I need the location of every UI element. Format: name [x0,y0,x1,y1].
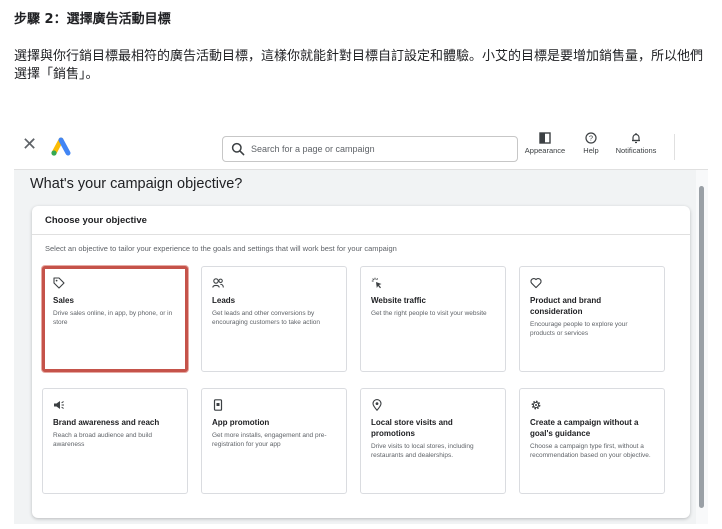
objective-title: Local store visits and promotions [371,418,453,438]
svg-text:?: ? [589,134,593,143]
people-icon [212,278,224,288]
tag-icon [53,277,65,289]
help-label: Help [583,146,599,155]
objective-card-leads[interactable]: Leads Get leads and other conversions by… [201,266,347,372]
panel-subtitle: Select an objective to tailor your exper… [45,244,397,253]
megaphone-icon [54,401,64,409]
objective-card-brand-awareness[interactable]: Brand awareness and reach Reach a broad … [42,388,188,494]
objective-card-sales[interactable]: Sales Drive sales online, in app, by pho… [42,266,188,372]
objective-title: Product and brand consideration [530,296,602,316]
objective-description: Choose a campaign type first, without a … [530,443,651,459]
objective-title: Leads [212,296,236,305]
objective-description: Get leads and other conversions by encou… [212,310,321,326]
vertical-scrollbar[interactable] [696,170,708,524]
panel-divider [32,234,690,235]
help-icon: ? [585,132,597,144]
appearance-icon [539,132,551,144]
objective-description: Drive visits to local stores, including … [371,443,474,459]
objective-card-product-brand-consideration[interactable]: Product and brand consideration Encourag… [519,266,665,372]
settings-gear-icon [531,400,541,410]
objective-title: App promotion [212,418,270,427]
objective-card-app-promotion[interactable]: App promotion Get more installs, engagem… [201,388,347,494]
phone-icon [213,399,223,411]
help-button[interactable]: ? Help [578,132,604,155]
appearance-button[interactable]: Appearance [522,132,568,155]
heart-icon [530,278,542,289]
google-ads-logo[interactable] [50,137,72,157]
objective-title: Website traffic [371,296,426,305]
google-ads-screenshot: ✕ Appearance ? Help [14,124,708,524]
search-input[interactable] [251,141,511,157]
objective-description: Get more installs, engagement and pre-re… [212,432,327,448]
panel-title: Choose your objective [45,215,147,226]
top-bar: ✕ Appearance ? Help [14,124,708,170]
objective-title: Brand awareness and reach [53,418,160,427]
appearance-label: Appearance [524,146,566,155]
objective-card-website-traffic[interactable]: Website traffic Get the right people to … [360,266,506,372]
content-area: What's your campaign objective? Choose y… [14,170,696,524]
article-description: 選擇與你行銷目標最相符的廣告活動目標，這樣你就能針對目標自訂設定和體驗。小艾的目… [14,49,704,82]
objective-panel: Choose your objective Select an objectiv… [32,206,690,518]
notifications-button[interactable]: Notifications [610,132,662,155]
objective-description: Drive sales online, in app, by phone, or… [53,310,173,326]
search-icon [231,142,245,156]
objective-description: Reach a broad audience and build awarene… [53,432,153,448]
step-title: 步驟 2：選擇廣告活動目標 [14,12,171,27]
page-heading: What's your campaign objective? [30,176,243,192]
objective-description: Encourage people to explore your product… [530,321,628,337]
bell-icon [632,133,640,144]
location-pin-icon [372,399,382,411]
cursor-click-icon [371,277,382,289]
objective-title: Sales [53,296,74,305]
objective-card-local-store-visits[interactable]: Local store visits and promotions Drive … [360,388,506,494]
toolbar-divider [674,134,675,160]
close-icon[interactable]: ✕ [22,134,37,155]
objective-description: Get the right people to visit your websi… [371,310,487,317]
search-box[interactable] [222,136,518,162]
objective-title: Create a campaign without a goal's guida… [530,418,639,438]
scrollbar-thumb[interactable] [699,186,704,508]
notifications-label: Notifications [615,146,657,155]
objective-card-no-goal-guidance[interactable]: Create a campaign without a goal's guida… [519,388,665,494]
